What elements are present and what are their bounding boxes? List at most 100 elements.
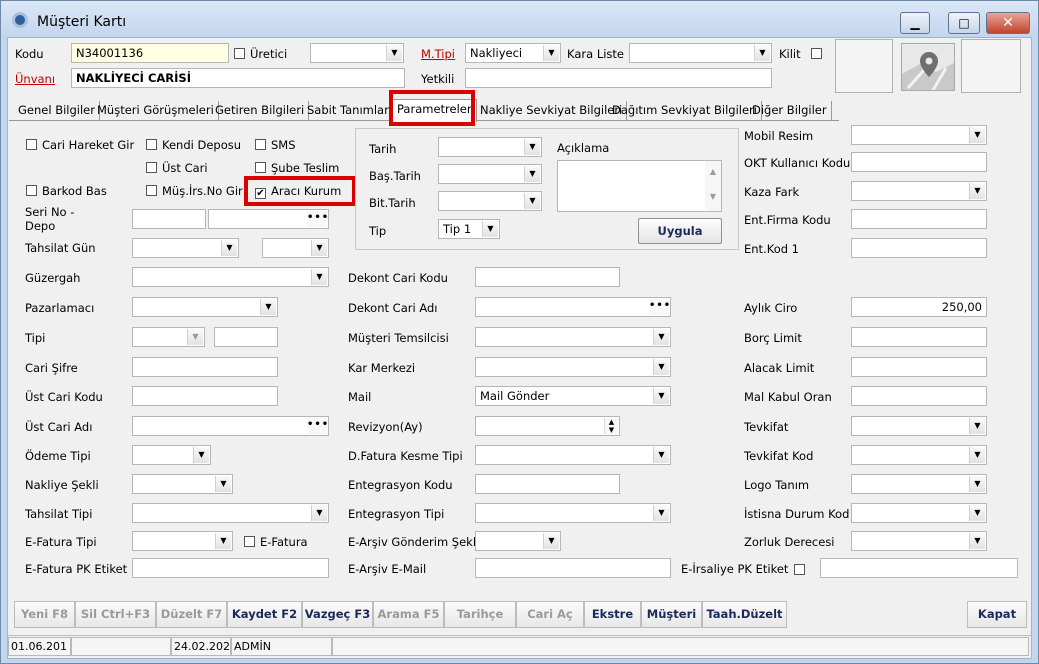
musteri-temsilcisi-select[interactable]: ▼	[475, 327, 671, 347]
entegrasyon-tipi-select[interactable]: ▼	[475, 503, 671, 523]
okt-input[interactable]	[851, 152, 987, 172]
tipi-label: Tipi	[25, 331, 46, 345]
aciklama-memo[interactable]: ▲ ▼	[557, 160, 722, 212]
earsiv-gonderim-select[interactable]: ▼	[475, 531, 561, 551]
d-fatura-select[interactable]: ▼	[475, 445, 671, 465]
borc-limit-input[interactable]	[851, 327, 987, 347]
ent-firma-input[interactable]	[851, 209, 987, 229]
tab-nakliye-sevkiyat[interactable]: Nakliye Sevkiyat Bilgileri	[476, 101, 628, 121]
tab-dagitim-sevkiyat[interactable]: Dağıtım Sevkiyat Bilgileri	[608, 101, 762, 121]
bas-tarih-label: Baş.Tarih	[369, 169, 421, 183]
maximize-button[interactable]: □	[948, 12, 980, 34]
bit-tarih-select[interactable]: ▼	[438, 191, 542, 211]
mal-kabul-input[interactable]	[851, 386, 987, 406]
ekstre-button[interactable]: Ekstre	[584, 601, 641, 628]
uygula-button[interactable]: Uygula	[638, 218, 722, 244]
yetkili-label: Yetkili	[421, 72, 455, 86]
kapat-button[interactable]: Kapat	[967, 601, 1027, 628]
unvani-input[interactable]: NAKLİYECİ CARİSİ	[71, 68, 405, 88]
ust-cari-adi-select[interactable]: •••	[132, 416, 329, 436]
kar-merkezi-select[interactable]: ▼	[475, 357, 671, 377]
dekont-cari-adi-select[interactable]: •••	[475, 297, 671, 317]
guzergah-select[interactable]: ▼	[132, 267, 329, 287]
ust-cari-kodu-label: Üst Cari Kodu	[25, 390, 103, 404]
cari-hareket-gir-checkbox[interactable]: Cari Hareket Gir	[26, 138, 134, 152]
mail-select[interactable]: Mail Gönder ▼	[475, 386, 671, 406]
aylik-ciro-label: Aylık Ciro	[744, 301, 798, 315]
kendi-deposu-checkbox[interactable]: Kendi Deposu	[146, 138, 241, 152]
aylik-ciro-input[interactable]: 250,00	[851, 297, 987, 317]
odeme-tipi-select[interactable]: ▼	[132, 445, 211, 465]
efatura-pk-input[interactable]	[132, 558, 329, 578]
mus-irs-no-gir-checkbox[interactable]: Müş.İrs.No Gir	[146, 184, 243, 198]
ent-kod1-input[interactable]	[851, 238, 987, 258]
mtipi-select[interactable]: Nakliyeci ▼	[465, 43, 561, 63]
sms-checkbox[interactable]: SMS	[255, 138, 296, 152]
eirsaliye-pk-input[interactable]	[820, 558, 1018, 578]
nakliye-sekli-select[interactable]: ▼	[132, 474, 233, 494]
seri-no-input[interactable]	[132, 209, 206, 229]
tipi-input[interactable]	[214, 327, 278, 347]
tip-select[interactable]: Tip 1 ▼	[438, 219, 500, 239]
tab-diger-bilgiler[interactable]: Diğer Bilgiler	[748, 101, 832, 121]
arama-button[interactable]: Arama F5	[373, 601, 444, 628]
duzelt-button[interactable]: Düzelt F7	[156, 601, 227, 628]
bas-tarih-select[interactable]: ▼	[438, 164, 542, 184]
efatura-checkbox[interactable]: E-Fatura	[244, 535, 308, 549]
status-bar: 01.06.201 24.02.202 ADMİN	[8, 635, 1031, 658]
eirsaliye-pk-checkbox[interactable]	[794, 563, 810, 577]
tab-sabit-tanimlar[interactable]: Sabit Tanımlar	[303, 101, 394, 121]
uretici-checkbox[interactable]: Üretici	[234, 47, 287, 61]
revizyon-spinner[interactable]: ▲ ▼	[475, 416, 620, 436]
dekont-cari-kodu-input[interactable]	[475, 267, 620, 287]
uretici-select[interactable]: ▼	[310, 43, 404, 63]
tab-getiren-bilgileri[interactable]: Getiren Bilgileri	[211, 101, 310, 121]
kaza-fark-label: Kaza Fark	[744, 185, 800, 199]
minimize-button[interactable]: ▁	[900, 12, 930, 34]
kilit-checkbox[interactable]	[811, 47, 827, 61]
alacak-limit-input[interactable]	[851, 357, 987, 377]
taah-duzelt-button[interactable]: Taah.Düzelt	[702, 601, 787, 628]
close-button[interactable]: ✕	[986, 12, 1030, 34]
kaza-fark-select[interactable]: ▼	[851, 181, 987, 201]
vazgec-button[interactable]: Vazgeç F3	[302, 601, 373, 628]
kara-liste-select[interactable]: ▼	[629, 43, 772, 63]
logo-tanim-select[interactable]: ▼	[851, 474, 987, 494]
yetkili-input[interactable]	[465, 68, 772, 88]
tab-genel-bilgiler[interactable]: Genel Bilgiler	[14, 101, 100, 121]
tahsilat-gun-select-2[interactable]: ▼	[262, 238, 329, 258]
kodu-input[interactable]: N34001136	[71, 43, 229, 63]
map-button[interactable]	[901, 43, 955, 91]
yeni-button[interactable]: Yeni F8	[14, 601, 75, 628]
tahsilat-gun-select[interactable]: ▼	[132, 238, 239, 258]
cari-sifre-input[interactable]	[132, 357, 278, 377]
ust-cari-kodu-input[interactable]	[132, 386, 278, 406]
tarihce-button[interactable]: Tarihçe	[444, 601, 516, 628]
musteri-button[interactable]: Müşteri	[641, 601, 702, 628]
aciklama-scrollbar[interactable]: ▲ ▼	[705, 161, 721, 211]
sube-teslim-checkbox[interactable]: Şube Teslim	[255, 161, 339, 175]
pazarlamaci-select[interactable]: ▼	[132, 297, 278, 317]
tipi-select[interactable]: ▼	[132, 327, 205, 347]
zorluk-select[interactable]: ▼	[851, 531, 987, 551]
entegrasyon-kodu-input[interactable]	[475, 474, 620, 494]
mobil-resim-select[interactable]: ▼	[851, 125, 987, 145]
earsiv-email-input[interactable]	[475, 558, 671, 578]
title-bar[interactable]: Müşteri Kartı ▁ □ ✕	[1, 1, 1038, 35]
efatura-tipi-label: E-Fatura Tipi	[25, 535, 97, 549]
kaydet-button[interactable]: Kaydet F2	[227, 601, 302, 628]
tab-musteri-gorusmeleri[interactable]: Müşteri Görüşmeleri	[93, 101, 219, 121]
tevkifat-select[interactable]: ▼	[851, 416, 987, 436]
tarih-label: Tarih	[369, 142, 397, 156]
depo-select[interactable]: •••	[208, 209, 329, 229]
tahsilat-tipi-select[interactable]: ▼	[132, 503, 329, 523]
barkod-bas-checkbox[interactable]: Barkod Bas	[26, 184, 107, 198]
tevkifat-kod-select[interactable]: ▼	[851, 445, 987, 465]
istisna-select[interactable]: ▼	[851, 503, 987, 523]
sil-button[interactable]: Sil Ctrl+F3	[75, 601, 156, 628]
efatura-tipi-select[interactable]: ▼	[132, 531, 233, 551]
cari-ac-button[interactable]: Cari Aç	[516, 601, 584, 628]
tarih-select[interactable]: ▼	[438, 137, 542, 157]
mobil-resim-label: Mobil Resim	[744, 129, 814, 143]
ust-cari-checkbox[interactable]: Üst Cari	[146, 161, 208, 175]
